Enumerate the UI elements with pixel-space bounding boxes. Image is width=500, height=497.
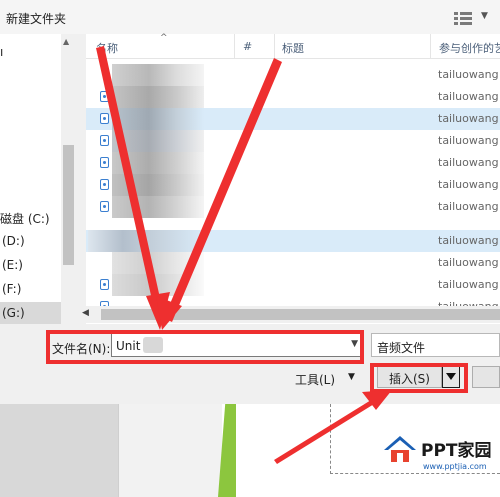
red-arrow-icon	[156, 58, 282, 330]
watermark-brand: PPT家园	[421, 441, 492, 461]
pptjia-watermark: PPT家园 www.pptjia.com	[380, 428, 500, 497]
red-arrow-icon	[96, 46, 170, 330]
house-logo-icon	[384, 436, 416, 462]
red-arrow-icon	[274, 390, 392, 464]
annotation-arrows	[96, 46, 392, 464]
file-insert-dialog: 新建文件夹 ▼ ı 磁盘 (C:) (D:) (E:) (F:) (G:) ▲ …	[0, 0, 500, 497]
watermark-url: www.pptjia.com	[423, 462, 487, 471]
